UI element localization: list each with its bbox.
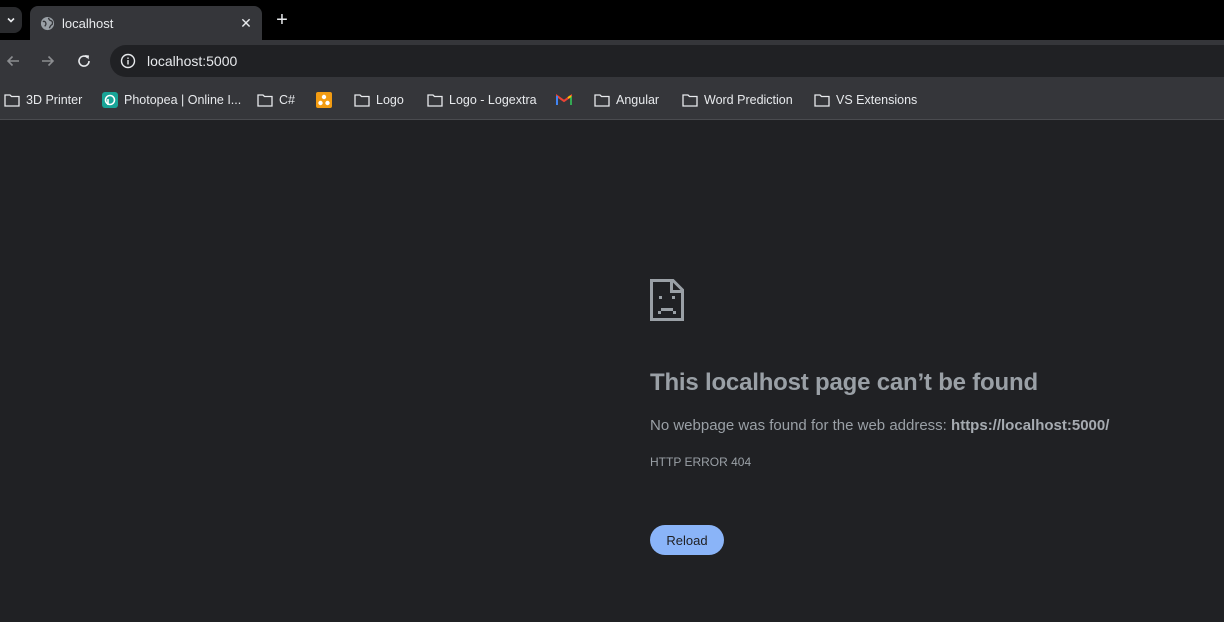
bookmark-csharp[interactable]: C# bbox=[257, 90, 295, 110]
sad-page-icon bbox=[650, 279, 684, 321]
reload-page-button[interactable] bbox=[73, 50, 95, 72]
gmail-icon bbox=[556, 92, 572, 108]
bookmark-3d-printer[interactable]: 3D Printer bbox=[4, 90, 82, 110]
arrow-left-icon bbox=[6, 55, 19, 67]
bookmark-label: Logo bbox=[376, 93, 404, 107]
error-title: This localhost page can’t be found bbox=[650, 369, 1038, 396]
url-text[interactable]: localhost:5000 bbox=[147, 53, 237, 69]
photopea-icon bbox=[102, 92, 118, 108]
tab-localhost[interactable]: localhost ✕ bbox=[30, 6, 262, 40]
bookmark-label: Word Prediction bbox=[704, 93, 793, 107]
bookmark-logo-logextra[interactable]: Logo - Logextra bbox=[427, 90, 537, 110]
address-bar[interactable]: localhost:5000 bbox=[110, 45, 1224, 77]
close-tab-icon[interactable]: ✕ bbox=[236, 13, 256, 33]
error-description: No webpage was found for the web address… bbox=[650, 417, 1109, 434]
folder-icon bbox=[594, 92, 610, 108]
bookmark-label: 3D Printer bbox=[26, 93, 83, 107]
bookmark-angular[interactable]: Angular bbox=[594, 90, 659, 110]
site-info-icon[interactable] bbox=[119, 52, 137, 70]
tab-strip: localhost ✕ + bbox=[0, 0, 1224, 40]
folder-icon bbox=[682, 92, 698, 108]
error-description-text: No webpage was found for the web address… bbox=[650, 417, 952, 434]
bookmark-label: Logo - Logextra bbox=[449, 93, 537, 107]
page-content: This localhost page can’t be found No we… bbox=[0, 121, 1224, 622]
arrow-right-icon bbox=[42, 55, 55, 67]
bookmark-logo[interactable]: Logo bbox=[354, 90, 404, 110]
bookmarks-bar: 3D Printer Photopea | Online I... C# Log… bbox=[0, 80, 1224, 120]
bookmark-orange-app[interactable] bbox=[316, 90, 338, 110]
globe-icon bbox=[39, 15, 55, 31]
back-button[interactable] bbox=[2, 50, 24, 72]
bookmark-label: C# bbox=[279, 93, 295, 107]
chevron-down-icon bbox=[7, 17, 15, 23]
new-tab-button[interactable]: + bbox=[272, 10, 292, 30]
bookmark-photopea[interactable]: Photopea | Online I... bbox=[102, 90, 241, 110]
folder-icon bbox=[4, 92, 20, 108]
folder-icon bbox=[257, 92, 273, 108]
bookmark-vs-extensions[interactable]: VS Extensions bbox=[814, 90, 917, 110]
tab-title: localhost bbox=[62, 15, 114, 31]
forward-button[interactable] bbox=[37, 50, 59, 72]
reload-button[interactable]: Reload bbox=[650, 525, 724, 555]
bookmark-label: VS Extensions bbox=[836, 93, 918, 107]
folder-icon bbox=[354, 92, 370, 108]
bookmark-label: Photopea | Online I... bbox=[124, 93, 242, 107]
bookmark-label: Angular bbox=[616, 93, 660, 107]
tab-search-button[interactable] bbox=[0, 7, 22, 33]
toolbar: localhost:5000 bbox=[0, 40, 1224, 80]
bookmark-gmail[interactable] bbox=[556, 90, 578, 110]
bookmark-word-prediction[interactable]: Word Prediction bbox=[682, 90, 793, 110]
refresh-icon bbox=[78, 55, 90, 67]
error-url: https://localhost:5000/ bbox=[951, 417, 1110, 434]
orange-app-icon bbox=[316, 92, 332, 108]
folder-icon bbox=[814, 92, 830, 108]
folder-icon bbox=[427, 92, 443, 108]
error-code: HTTP ERROR 404 bbox=[650, 455, 752, 469]
